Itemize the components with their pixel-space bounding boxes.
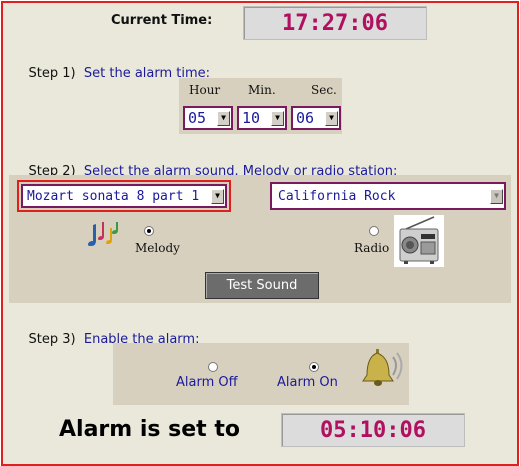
time-picker-panel: Hour Min. Sec. 05 ▼ 10 ▼ 06 ▼ [179, 78, 342, 134]
step1-prefix: Step 1) [28, 66, 84, 81]
melody-select[interactable]: Mozart sonata 8 part 1 ▼ [21, 184, 227, 208]
melody-label: Melody [135, 241, 180, 255]
sound-panel: Mozart sonata 8 part 1 ▼ California Rock… [9, 175, 511, 303]
current-time-label: Current Time: [111, 13, 213, 28]
test-sound-button[interactable]: Test Sound [205, 272, 319, 299]
alarm-on-radio[interactable] [309, 362, 319, 372]
hour-select-value: 05 [188, 109, 207, 127]
min-label: Min. [248, 83, 276, 97]
enable-panel: Alarm Off Alarm On [113, 343, 409, 405]
chevron-down-icon[interactable]: ▼ [211, 188, 224, 204]
alarm-on-label: Alarm On [277, 375, 338, 390]
melody-radio[interactable] [144, 226, 154, 236]
melody-select-outline: Mozart sonata 8 part 1 ▼ [17, 180, 231, 212]
chevron-down-icon[interactable]: ▼ [490, 188, 503, 204]
melody-select-value: Mozart sonata 8 part 1 [27, 188, 200, 204]
music-notes-icon [88, 222, 118, 246]
current-time-display: 17:27:06 [243, 6, 427, 40]
alarm-off-radio[interactable] [208, 362, 218, 372]
hour-select[interactable]: 05 ▼ [183, 106, 233, 130]
alarm-clock-frame: Current Time: 17:27:06 Step 1) Set the a… [1, 1, 519, 466]
step3-prefix: Step 3) [28, 332, 84, 347]
alarm-set-display: 05:10:06 [281, 413, 465, 447]
bell-icon [362, 349, 403, 386]
sec-select[interactable]: 06 ▼ [291, 106, 341, 130]
chevron-down-icon[interactable]: ▼ [271, 110, 284, 126]
radio-station-select[interactable]: California Rock ▼ [270, 182, 506, 210]
chevron-down-icon[interactable]: ▼ [217, 110, 230, 126]
alarm-off-label: Alarm Off [176, 375, 238, 390]
radio-icon [394, 215, 444, 267]
radio-source-radio[interactable] [369, 226, 379, 236]
sec-label: Sec. [311, 83, 337, 97]
min-select[interactable]: 10 ▼ [237, 106, 287, 130]
radio-label: Radio [354, 241, 390, 255]
min-select-value: 10 [242, 109, 261, 127]
alarm-set-label: Alarm is set to [59, 417, 240, 442]
radio-station-select-value: California Rock [278, 188, 396, 204]
sec-select-value: 06 [296, 109, 315, 127]
hour-label: Hour [189, 83, 221, 97]
chevron-down-icon[interactable]: ▼ [325, 110, 338, 126]
